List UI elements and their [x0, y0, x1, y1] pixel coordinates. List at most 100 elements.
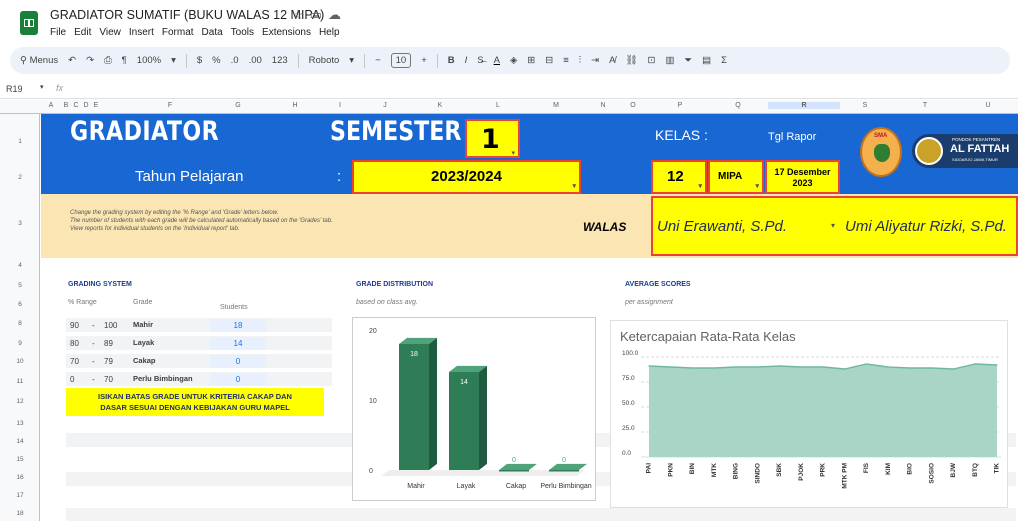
column-header[interactable]: Q [710, 102, 766, 109]
document-title[interactable]: GRADIATOR SUMATIF (BUKU WALAS 12 MIPA) [50, 8, 324, 22]
kelas-label[interactable]: KELAS : [655, 127, 708, 143]
grade-name[interactable]: Perlu Bimbingan [133, 374, 193, 383]
jurusan-select[interactable]: MIPA ▾ [708, 160, 764, 194]
menu-format[interactable]: Format [162, 27, 194, 38]
filter-views-icon[interactable]: ▤ [702, 55, 711, 66]
column-header[interactable]: L [470, 102, 526, 109]
menu-file[interactable]: File [50, 27, 66, 38]
column-header[interactable]: A [44, 102, 58, 109]
row-header[interactable]: 12 [0, 398, 40, 405]
insert-chart-icon[interactable]: ▥ [665, 55, 674, 66]
functions-button[interactable]: Σ [721, 55, 727, 66]
row-header[interactable]: 15 [0, 456, 40, 463]
chevron-down-icon[interactable]: ▾ [40, 83, 44, 91]
column-header[interactable]: O [618, 102, 648, 109]
undo-icon[interactable]: ↶ [68, 55, 76, 66]
semester-label[interactable]: SEMESTER [330, 116, 461, 147]
menu-extensions[interactable]: Extensions [262, 27, 311, 38]
row-header[interactable]: 16 [0, 474, 40, 481]
grade-policy-note[interactable]: ISIKAN BATAS GRADE UNTUK KRITERIA CAKAP … [66, 388, 324, 416]
column-header[interactable]: S [840, 102, 890, 109]
text-color-icon[interactable]: A [494, 55, 500, 66]
range-max[interactable]: 89 [104, 339, 113, 348]
vertical-align-icon[interactable]: ⫶ [579, 55, 581, 66]
font-size-input[interactable]: 10 [390, 53, 412, 68]
column-header[interactable]: F [140, 102, 200, 109]
decrease-decimal-button[interactable]: .0 [231, 55, 239, 66]
search-menus-button[interactable]: ⚲ Menus [20, 55, 58, 66]
range-min[interactable]: 0 [70, 375, 74, 384]
grade-name[interactable]: Cakap [133, 356, 156, 365]
grade-row[interactable]: 70 - 79 Cakap 0 [66, 354, 332, 368]
borders-icon[interactable]: ⊞ [527, 55, 535, 66]
filter-icon[interactable]: ⏷ [684, 55, 692, 66]
row-header[interactable]: 2 [0, 174, 40, 181]
tgl-rapor-cell[interactable]: 17 Desember 2023 [765, 160, 840, 194]
grade-distribution-chart[interactable]: 0 10 20 18 Mahir 14 Layak 0 Cakap 0 Perlu Bimbinga… [352, 317, 596, 501]
column-header[interactable]: J [360, 102, 410, 109]
tahun-label[interactable]: Tahun Pelajaran [135, 168, 243, 185]
menu-tools[interactable]: Tools [231, 27, 254, 38]
column-header[interactable]: N [588, 102, 618, 109]
horizontal-align-icon[interactable]: ≡ [563, 55, 569, 66]
tgl-rapor-label[interactable]: Tgl Rapor [768, 131, 816, 143]
chevron-down-icon[interactable]: ▾ [171, 55, 176, 66]
gradiator-title[interactable]: GRADIATOR [70, 116, 219, 147]
range-min[interactable]: 80 [70, 339, 79, 348]
zoom-select[interactable]: 100% [137, 55, 161, 66]
insert-comment-icon[interactable]: ⊡ [648, 55, 656, 66]
grade-row[interactable]: 90 - 100 Mahir 18 [66, 318, 332, 332]
paint-format-icon[interactable]: ¶ [122, 55, 127, 66]
insert-link-icon[interactable]: ⛓ [625, 55, 637, 66]
row-header[interactable]: 10 [0, 358, 40, 365]
walas-select[interactable]: Uni Erawanti, S.Pd. ▾ Umi Aliyatur Rizki… [651, 196, 1018, 256]
range-max[interactable]: 70 [104, 375, 113, 384]
currency-button[interactable]: $ [197, 55, 202, 66]
italic-button[interactable]: I [465, 55, 468, 66]
name-box[interactable]: R19 [6, 84, 23, 94]
redo-icon[interactable]: ↷ [86, 55, 94, 66]
grade-row[interactable]: 0 - 70 Perlu Bimbingan 0 [66, 372, 332, 386]
row-header[interactable]: 1 [0, 138, 40, 145]
menu-view[interactable]: View [99, 27, 121, 38]
menu-help[interactable]: Help [319, 27, 340, 38]
column-header[interactable]: K [415, 102, 465, 109]
menu-insert[interactable]: Insert [129, 27, 154, 38]
semester-select[interactable]: 1 ▾ [465, 119, 520, 158]
row-header[interactable]: 13 [0, 420, 40, 427]
text-wrap-icon[interactable]: ⇥ [591, 55, 599, 66]
chevron-down-icon[interactable]: ▾ [349, 55, 354, 66]
move-folder-icon[interactable]: ▭ [310, 7, 328, 22]
range-min[interactable]: 70 [70, 357, 79, 366]
font-size-increase-button[interactable]: + [421, 55, 427, 66]
kelas-select[interactable]: 12 ▾ [651, 160, 707, 194]
grade-row[interactable]: 80 - 89 Layak 14 [66, 336, 332, 350]
text-rotate-icon[interactable]: A̸ [609, 55, 615, 66]
bold-button[interactable]: B [448, 55, 455, 66]
star-icon[interactable]: ☆ [292, 7, 310, 22]
row-header[interactable]: 4 [0, 262, 40, 269]
row-header[interactable]: 3 [0, 220, 40, 227]
row-header[interactable]: 8 [0, 320, 40, 327]
column-header[interactable]: G [210, 102, 266, 109]
row-header[interactable]: 14 [0, 438, 40, 445]
number-format-button[interactable]: 123 [272, 55, 288, 66]
column-header[interactable]: H [270, 102, 320, 109]
fill-color-icon[interactable]: ◈ [510, 55, 517, 66]
row-header[interactable]: 18 [0, 510, 40, 517]
column-header[interactable]: P [652, 102, 708, 109]
strikethrough-icon[interactable]: S̶ [477, 55, 483, 66]
range-max[interactable]: 100 [104, 321, 117, 330]
grade-name[interactable]: Mahir [133, 320, 153, 329]
average-scores-chart[interactable]: Ketercapaian Rata-Rata Kelas 0.0 25.0 50.0… [610, 320, 1008, 508]
row-header[interactable]: 9 [0, 340, 40, 347]
formula-input[interactable] [75, 81, 1015, 97]
menu-data[interactable]: Data [202, 27, 223, 38]
row-header[interactable]: 11 [0, 378, 40, 385]
font-size-decrease-button[interactable]: − [375, 55, 381, 66]
column-header[interactable]: E [90, 102, 102, 109]
print-icon[interactable]: ⎙ [104, 55, 112, 66]
menu-edit[interactable]: Edit [74, 27, 91, 38]
percent-button[interactable]: % [212, 55, 220, 66]
cloud-status-icon[interactable]: ☁ [328, 7, 347, 22]
